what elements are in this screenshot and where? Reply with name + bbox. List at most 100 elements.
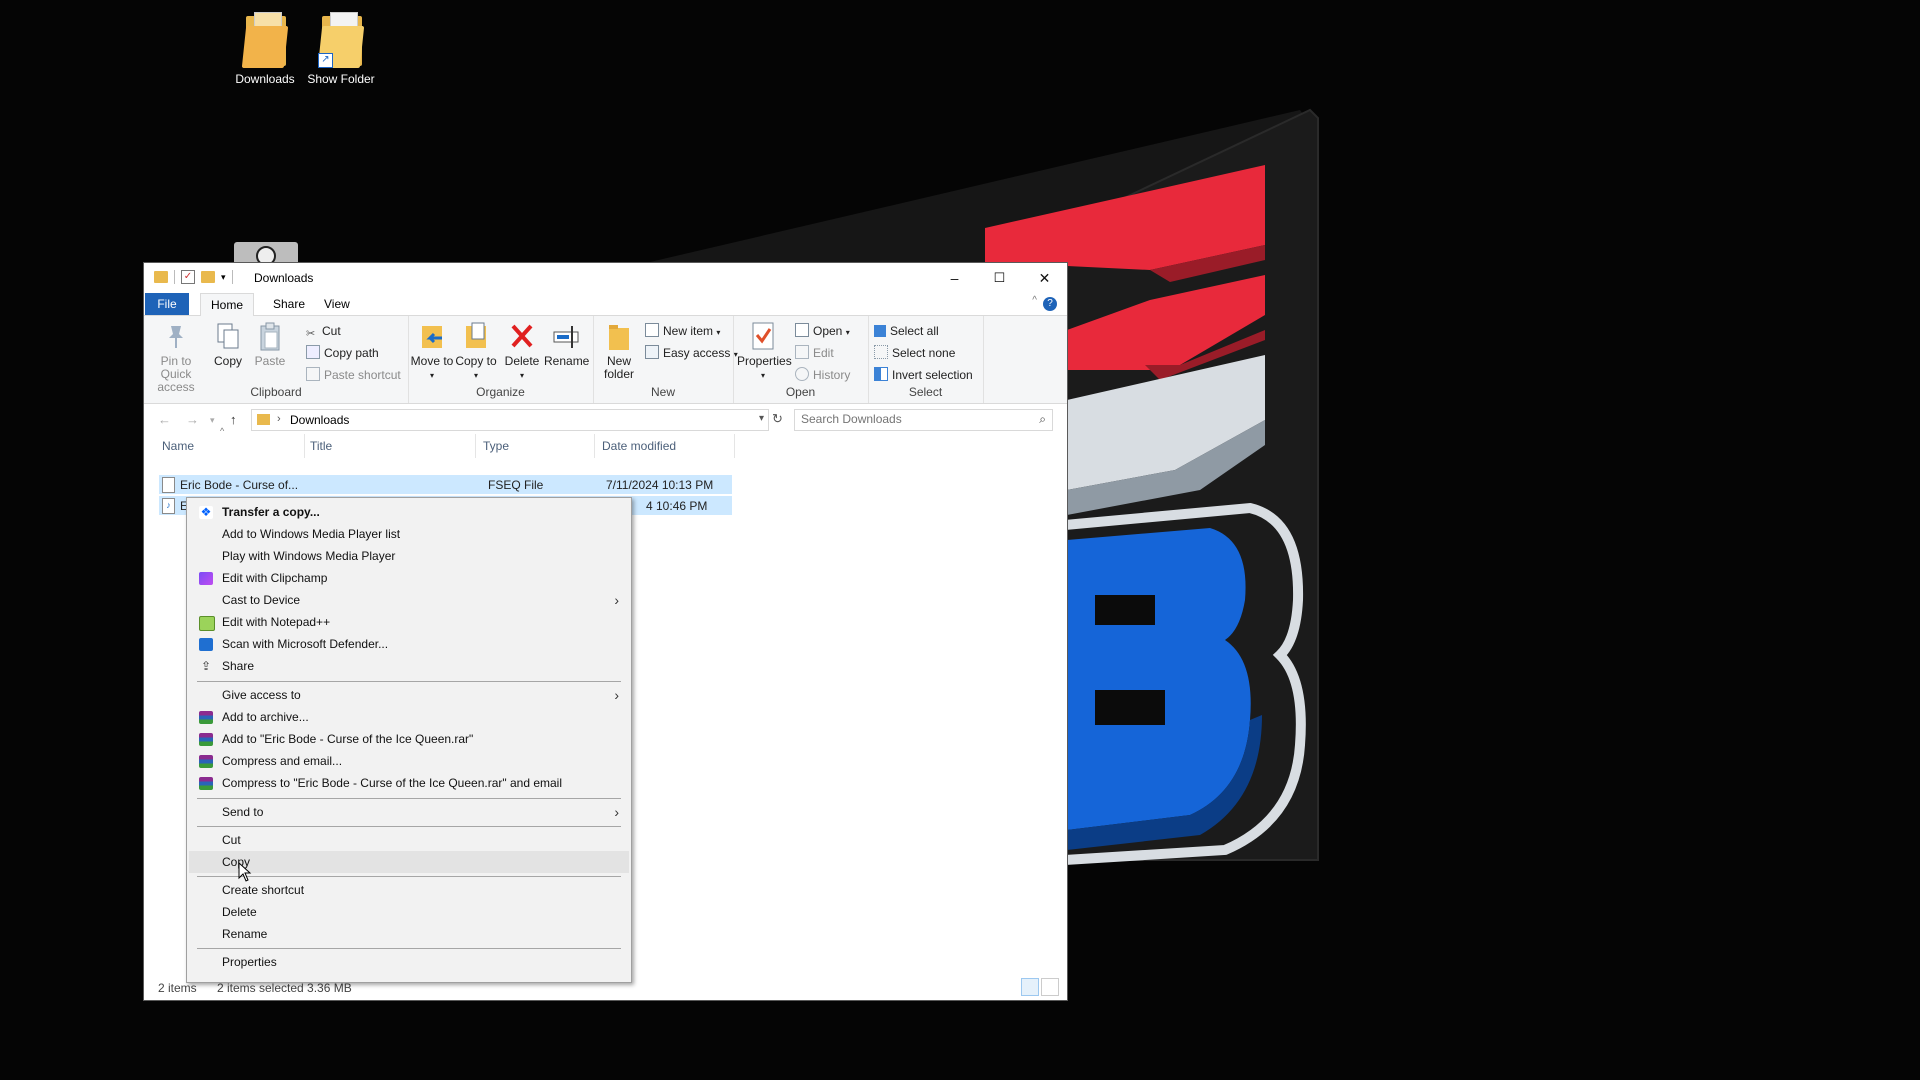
group-open: Properties ▾ Open ▾ Edit History Open: [733, 316, 869, 403]
customize-qa-icon[interactable]: ▾: [221, 272, 226, 283]
refresh-icon[interactable]: ↻: [772, 411, 783, 427]
table-row[interactable]: Eric Bode - Curse of... FSEQ File 7/11/2…: [159, 475, 732, 494]
menu-item-edit-notepadpp[interactable]: Edit with Notepad++: [189, 611, 629, 633]
group-label: Clipboard: [250, 385, 302, 399]
desktop-icon-show-folder[interactable]: ↗ Show Folder: [301, 12, 381, 86]
collapse-ribbon-icon[interactable]: ^: [1032, 295, 1037, 306]
menu-item-copy[interactable]: Copy: [189, 851, 629, 873]
new-item-button[interactable]: New item ▾: [645, 322, 720, 340]
audio-file-icon: ♪: [162, 498, 175, 514]
file-date: 4 10:46 PM: [646, 499, 708, 513]
group-new: New folder New item ▾ Easy access ▾ New: [593, 316, 738, 403]
cut-button[interactable]: ✂ Cut: [306, 322, 341, 340]
address-path[interactable]: Downloads: [290, 413, 349, 427]
close-button[interactable]: ✕: [1022, 263, 1067, 293]
pin-icon: [162, 320, 190, 352]
menu-item-send-to[interactable]: Send to ›: [189, 801, 629, 823]
easy-access-button[interactable]: Easy access ▾: [645, 344, 738, 362]
window-title: Downloads: [254, 271, 314, 285]
tab-view[interactable]: View: [314, 293, 360, 315]
copy-path-button[interactable]: Copy path: [306, 344, 379, 362]
chevron-down-icon[interactable]: ▾: [759, 413, 764, 424]
menu-item-give-access[interactable]: Give access to ›: [189, 684, 629, 706]
address-bar[interactable]: › Downloads ▾: [251, 409, 769, 431]
pin-quick-access-button[interactable]: Pin to Quick access: [148, 320, 204, 394]
up-arrow-icon[interactable]: ↑: [230, 412, 237, 427]
menu-item-add-wmp-list[interactable]: Add to Windows Media Player list: [189, 523, 629, 545]
menu-item-create-shortcut[interactable]: Create shortcut: [189, 879, 629, 901]
desktop-icon-downloads[interactable]: Downloads: [225, 12, 305, 86]
history-icon: [795, 367, 809, 381]
search-box[interactable]: ⌕: [794, 409, 1053, 431]
chevron-right-icon[interactable]: ›: [277, 413, 281, 425]
column-type[interactable]: Type: [483, 439, 509, 453]
menu-item-delete[interactable]: Delete: [189, 901, 629, 923]
sort-up-icon: ^: [220, 426, 225, 436]
desktop-icon-label: Show Folder: [307, 72, 375, 86]
group-select: Select all Select none Invert selection …: [868, 316, 984, 403]
menu-separator: [197, 876, 621, 877]
select-none-button[interactable]: Select none: [874, 344, 955, 362]
minimize-button[interactable]: –: [932, 263, 977, 293]
menu-item-properties[interactable]: Properties: [189, 951, 629, 973]
menu-item-compress-email[interactable]: Compress and email...: [189, 750, 629, 772]
invert-selection-icon: [874, 367, 888, 381]
menu-item-scan-defender[interactable]: Scan with Microsoft Defender...: [189, 633, 629, 655]
edit-button[interactable]: Edit: [795, 344, 834, 362]
forward-arrow-icon[interactable]: →: [186, 412, 199, 427]
menu-item-play-wmp[interactable]: Play with Windows Media Player: [189, 545, 629, 567]
history-button[interactable]: History: [795, 366, 850, 384]
copy-to-icon: [462, 320, 490, 352]
dropbox-icon: ❖: [199, 505, 213, 519]
context-menu: ❖ Transfer a copy... Add to Windows Medi…: [186, 497, 632, 983]
tab-share[interactable]: Share: [263, 293, 315, 315]
maximize-button[interactable]: ☐: [977, 263, 1022, 293]
select-all-button[interactable]: Select all: [874, 322, 939, 340]
help-icon[interactable]: ?: [1043, 297, 1057, 311]
move-to-button[interactable]: Move to ▾: [410, 320, 454, 382]
menu-item-rename[interactable]: Rename: [189, 923, 629, 945]
menu-item-add-to-archive[interactable]: Add to archive...: [189, 706, 629, 728]
menu-item-compress-rar-email[interactable]: Compress to "Eric Bode - Curse of the Ic…: [189, 772, 629, 794]
delete-button[interactable]: Delete ▾: [500, 320, 544, 382]
menu-item-cast-to-device[interactable]: Cast to Device ›: [189, 589, 629, 611]
properties-check-icon: [749, 320, 777, 352]
clipchamp-icon: [199, 572, 213, 585]
search-input[interactable]: [795, 410, 1021, 428]
properties-qa-icon[interactable]: ✓: [181, 270, 195, 284]
column-date-modified[interactable]: Date modified: [602, 439, 676, 453]
recent-locations-icon[interactable]: ▾: [210, 415, 215, 426]
invert-selection-button[interactable]: Invert selection: [874, 366, 973, 384]
column-title[interactable]: Title: [310, 439, 332, 453]
tab-file[interactable]: File: [145, 293, 189, 315]
properties-button[interactable]: Properties ▾: [737, 320, 792, 382]
menu-item-transfer-copy[interactable]: ❖ Transfer a copy...: [189, 501, 629, 523]
menu-item-add-to-rar[interactable]: Add to "Eric Bode - Curse of the Ice Que…: [189, 728, 629, 750]
menu-item-cut[interactable]: Cut: [189, 829, 629, 851]
paste-button[interactable]: Paste: [248, 320, 292, 368]
details-view-icon[interactable]: [1021, 978, 1039, 996]
column-name[interactable]: Name: [162, 439, 194, 453]
group-label: New: [650, 385, 675, 399]
menu-item-share[interactable]: ⇪ Share: [189, 655, 629, 677]
large-icons-view-icon[interactable]: [1041, 978, 1059, 996]
file-icon: [162, 477, 175, 493]
select-none-icon: [874, 345, 888, 359]
tab-home[interactable]: Home: [200, 293, 255, 317]
paste-shortcut-button[interactable]: Paste shortcut: [306, 366, 401, 384]
select-all-icon: [874, 325, 886, 337]
copy-button[interactable]: Copy: [206, 320, 250, 368]
back-arrow-icon[interactable]: ←: [158, 412, 171, 427]
winrar-icon: [199, 711, 213, 724]
open-button[interactable]: Open ▾: [795, 322, 850, 340]
group-organize: Move to ▾ Copy to ▾ Delete ▾ Rename Orga…: [408, 316, 594, 403]
copy-to-button[interactable]: Copy to ▾: [454, 320, 498, 382]
mouse-cursor-icon: [238, 862, 252, 882]
menu-item-edit-clipchamp[interactable]: Edit with Clipchamp: [189, 567, 629, 589]
new-folder-button[interactable]: New folder: [597, 320, 641, 381]
search-icon: ⌕: [1039, 412, 1046, 426]
rename-button[interactable]: Rename: [544, 320, 589, 368]
new-folder-qa-icon[interactable]: [201, 271, 215, 283]
submenu-arrow-icon: ›: [614, 804, 619, 820]
copy-icon: [214, 320, 242, 352]
